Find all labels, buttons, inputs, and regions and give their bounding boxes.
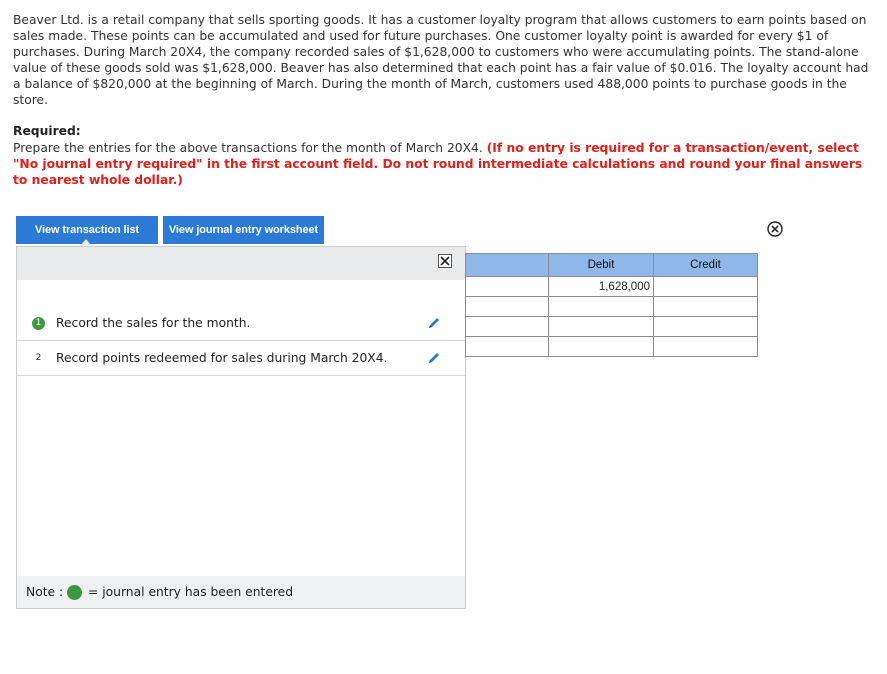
required-heading: Required: [13, 124, 81, 138]
panel-close-button[interactable] [438, 254, 452, 268]
journal-row [465, 296, 758, 317]
account-cell[interactable] [465, 296, 549, 317]
transaction-number-2: 2 [35, 353, 42, 363]
view-journal-worksheet-button[interactable]: View journal entry worksheet [163, 216, 324, 244]
journal-entry-table: Debit Credit 1,628,000 [465, 253, 758, 357]
journal-header-row: Debit Credit [465, 253, 758, 277]
debit-cell[interactable]: 1,628,000 [548, 276, 654, 297]
credit-cell[interactable] [653, 336, 758, 357]
transaction-row-1[interactable]: 1 Record the sales for the month. [17, 306, 465, 341]
transaction-number-1: 1 [32, 316, 45, 330]
required-text: Prepare the entries for the above transa… [13, 140, 873, 188]
pencil-icon[interactable] [427, 351, 441, 365]
note-legend: = journal entry has been entered [88, 585, 294, 599]
required-instructions: Prepare the entries for the above transa… [13, 141, 483, 155]
account-cell[interactable] [465, 336, 549, 357]
transaction-list-panel: 1 Record the sales for the month. 2 Reco… [16, 246, 466, 609]
account-cell[interactable] [465, 316, 549, 337]
debit-header: Debit [548, 253, 654, 277]
credit-cell[interactable] [653, 296, 758, 317]
note-label: Note : [26, 585, 64, 599]
panel-header [17, 247, 465, 280]
active-tab-caret [80, 239, 92, 246]
credit-cell[interactable] [653, 316, 758, 337]
problem-text: Beaver Ltd. is a retail company that sel… [13, 13, 869, 107]
debit-cell[interactable] [548, 296, 654, 317]
credit-cell[interactable] [653, 276, 758, 297]
pencil-icon[interactable] [427, 316, 441, 330]
journal-row [465, 316, 758, 337]
debit-cell[interactable] [548, 316, 654, 337]
account-cell[interactable] [465, 276, 549, 297]
close-icon[interactable] [767, 221, 783, 237]
entered-indicator-icon [67, 585, 82, 600]
account-header [465, 253, 549, 277]
close-x-icon [440, 256, 450, 266]
journal-row: 1,628,000 [465, 276, 758, 297]
debit-cell[interactable] [548, 336, 654, 357]
circle-x-icon [767, 221, 783, 237]
panel-footer: Note : = journal entry has been entered [17, 576, 465, 608]
transaction-row-2[interactable]: 2 Record points redeemed for sales durin… [17, 341, 465, 376]
journal-row [465, 336, 758, 357]
credit-header: Credit [653, 253, 758, 277]
transaction-label-1: Record the sales for the month. [56, 316, 251, 330]
transaction-label-2: Record points redeemed for sales during … [56, 351, 388, 365]
